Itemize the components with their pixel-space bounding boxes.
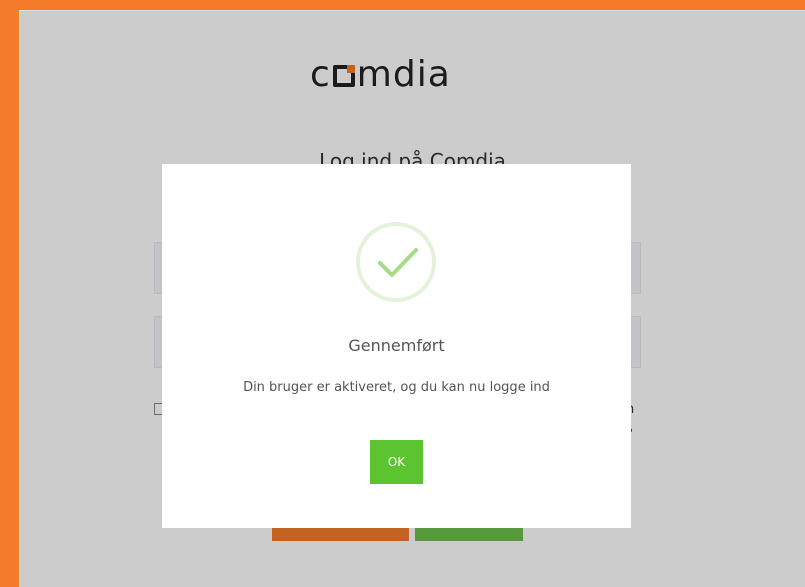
success-check-icon xyxy=(356,222,436,302)
ok-button[interactable]: OK xyxy=(370,440,423,484)
dialog-message: Din bruger er aktiveret, og du kan nu lo… xyxy=(243,380,550,395)
success-dialog: Gennemført Din bruger er aktiveret, og d… xyxy=(162,164,631,528)
dialog-title: Gennemført xyxy=(348,336,445,355)
